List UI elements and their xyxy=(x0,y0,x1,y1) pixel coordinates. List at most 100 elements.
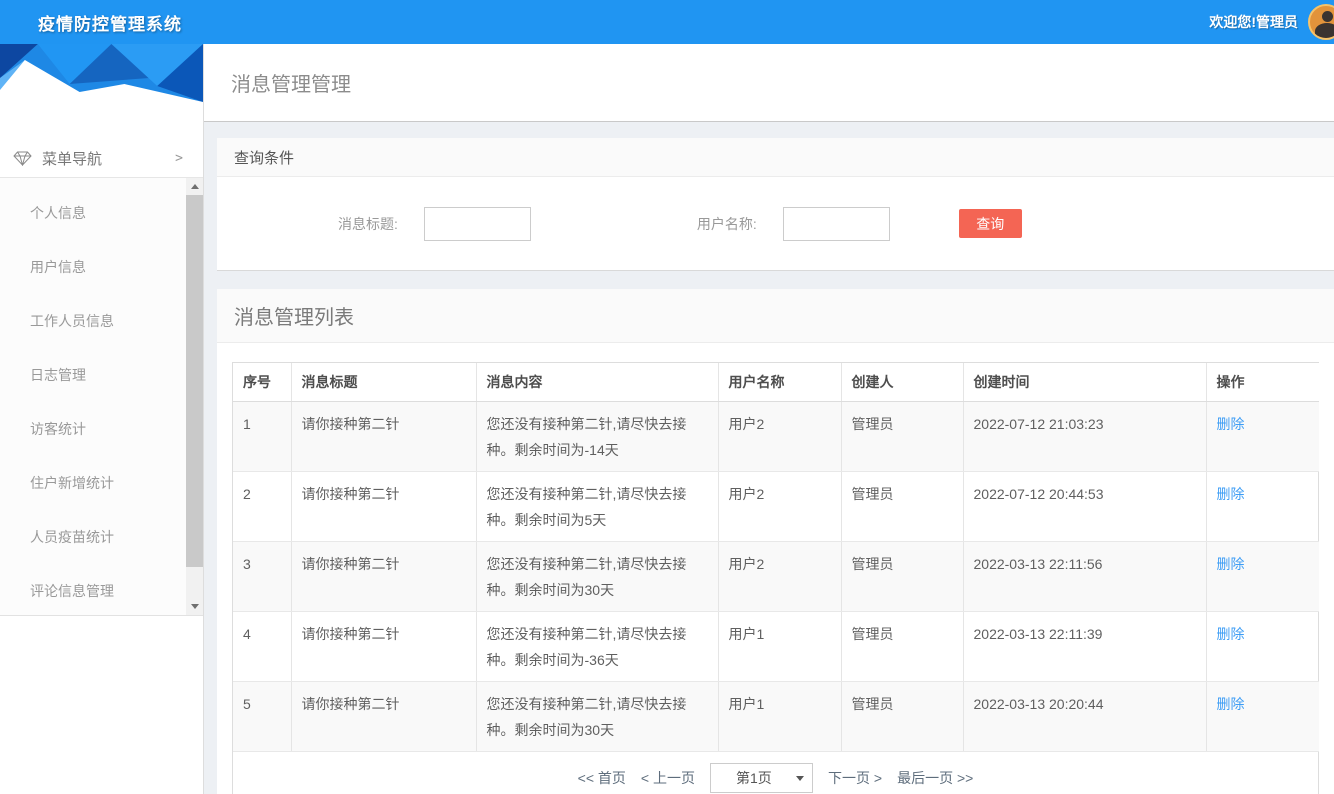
sidebar-item[interactable]: 工作人员信息 xyxy=(0,294,203,348)
cell-creator: 管理员 xyxy=(841,401,963,471)
cell-creator: 管理员 xyxy=(841,611,963,681)
sidebar-item[interactable]: 用户信息 xyxy=(0,240,203,294)
scroll-up-arrow-icon[interactable] xyxy=(186,178,203,195)
user-avatar xyxy=(1308,4,1334,40)
query-panel: 查询条件 消息标题: 用户名称: 查询 xyxy=(217,138,1334,271)
message-title-input[interactable] xyxy=(424,207,531,241)
cell-content: 您还没有接种第二针,请尽快去接种。剩余时间为5天 xyxy=(476,471,718,541)
sidebar-menu-container: 个人信息用户信息工作人员信息日志管理访客统计住户新增统计人员疫苗统计评论信息管理 xyxy=(0,178,203,616)
cell-user: 用户2 xyxy=(718,401,841,471)
cell-title: 请你接种第二针 xyxy=(291,541,476,611)
first-page-link[interactable]: << 首页 xyxy=(578,768,626,788)
cell-title: 请你接种第二针 xyxy=(291,681,476,751)
delete-link[interactable]: 删除 xyxy=(1217,626,1245,642)
page-title: 消息管理管理 xyxy=(231,68,351,97)
cell-content: 您还没有接种第二针,请尽快去接种。剩余时间为30天 xyxy=(476,681,718,751)
cell-created: 2022-03-13 22:11:56 xyxy=(963,541,1206,611)
query-section-header: 查询条件 xyxy=(217,138,1334,177)
cell-index: 2 xyxy=(233,471,291,541)
cell-content: 您还没有接种第二针,请尽快去接种。剩余时间为30天 xyxy=(476,541,718,611)
avatar-torso-shape xyxy=(1315,23,1334,39)
table-row: 5请你接种第二针您还没有接种第二针,请尽快去接种。剩余时间为30天用户1管理员2… xyxy=(233,681,1319,751)
message-table-body: 1请你接种第二针您还没有接种第二针,请尽快去接种。剩余时间为-14天用户2管理员… xyxy=(233,401,1319,751)
sidebar-item[interactable]: 评论信息管理 xyxy=(0,564,203,616)
list-panel: 消息管理列表 序号消息标题消息内容用户名称创建人创建时间操作 xyxy=(217,289,1334,794)
query-form: 消息标题: 用户名称: 查询 xyxy=(217,177,1334,271)
table-row: 1请你接种第二针您还没有接种第二针,请尽快去接种。剩余时间为-14天用户2管理员… xyxy=(233,401,1319,471)
page-select[interactable]: 第1页 xyxy=(710,763,813,793)
prev-page-link[interactable]: < 上一页 xyxy=(641,768,695,788)
cell-title: 请你接种第二针 xyxy=(291,611,476,681)
cell-creator: 管理员 xyxy=(841,681,963,751)
chevron-right-icon: > xyxy=(175,151,183,166)
cell-user: 用户1 xyxy=(718,611,841,681)
sidebar-scrollbar[interactable] xyxy=(186,178,203,615)
column-header: 序号 xyxy=(233,363,291,401)
menu-nav-label: 菜单导航 xyxy=(42,148,175,169)
message-table-wrap: 序号消息标题消息内容用户名称创建人创建时间操作 1请你接种第二针您还没有接种第二… xyxy=(232,362,1319,794)
table-header-row: 序号消息标题消息内容用户名称创建人创建时间操作 xyxy=(233,363,1319,401)
sidebar-item[interactable]: 住户新增统计 xyxy=(0,456,203,510)
diamond-icon xyxy=(13,151,32,166)
cell-creator: 管理员 xyxy=(841,471,963,541)
delete-link[interactable]: 删除 xyxy=(1217,556,1245,572)
delete-link[interactable]: 删除 xyxy=(1217,416,1245,432)
cell-title: 请你接种第二针 xyxy=(291,401,476,471)
cell-content: 您还没有接种第二针,请尽快去接种。剩余时间为-36天 xyxy=(476,611,718,681)
list-section-header: 消息管理列表 xyxy=(217,289,1334,343)
cell-content: 您还没有接种第二针,请尽快去接种。剩余时间为-14天 xyxy=(476,401,718,471)
sidebar-banner-image xyxy=(0,44,203,110)
last-page-link[interactable]: 最后一页 >> xyxy=(897,768,973,788)
table-row: 3请你接种第二针您还没有接种第二针,请尽快去接种。剩余时间为30天用户2管理员2… xyxy=(233,541,1319,611)
query-button[interactable]: 查询 xyxy=(959,209,1022,238)
page-title-bar: 消息管理管理 xyxy=(204,44,1334,122)
delete-link[interactable]: 删除 xyxy=(1217,486,1245,502)
cell-created: 2022-03-13 22:11:39 xyxy=(963,611,1206,681)
cell-index: 3 xyxy=(233,541,291,611)
message-table: 序号消息标题消息内容用户名称创建人创建时间操作 1请你接种第二针您还没有接种第二… xyxy=(233,363,1319,752)
cell-created: 2022-07-12 20:44:53 xyxy=(963,471,1206,541)
sidebar-item[interactable]: 访客统计 xyxy=(0,402,203,456)
welcome-text: 欢迎您!管理员 xyxy=(1209,12,1298,32)
column-header: 消息标题 xyxy=(291,363,476,401)
query-section-title: 查询条件 xyxy=(234,147,294,168)
cell-index: 1 xyxy=(233,401,291,471)
sidebar-item[interactable]: 日志管理 xyxy=(0,348,203,402)
page-select-wrap: 第1页 xyxy=(710,763,813,793)
pagination: << 首页 < 上一页 第1页 下一页 > 最后一页 >> xyxy=(233,752,1318,794)
sidebar-item[interactable]: 人员疫苗统计 xyxy=(0,510,203,564)
cell-action: 删除 xyxy=(1206,611,1319,681)
delete-link[interactable]: 删除 xyxy=(1217,696,1245,712)
cell-index: 4 xyxy=(233,611,291,681)
avatar-head-shape xyxy=(1322,11,1333,22)
top-bar: 疫情防控管理系统 欢迎您!管理员 xyxy=(0,0,1334,44)
list-section-title: 消息管理列表 xyxy=(234,301,354,330)
table-row: 2请你接种第二针您还没有接种第二针,请尽快去接种。剩余时间为5天用户2管理员20… xyxy=(233,471,1319,541)
cell-created: 2022-03-13 20:20:44 xyxy=(963,681,1206,751)
cell-user: 用户2 xyxy=(718,471,841,541)
message-title-label: 消息标题: xyxy=(338,214,398,234)
scroll-down-arrow-icon[interactable] xyxy=(186,598,203,615)
scrollbar-thumb[interactable] xyxy=(186,195,203,567)
cell-title: 请你接种第二针 xyxy=(291,471,476,541)
cell-action: 删除 xyxy=(1206,471,1319,541)
cell-creator: 管理员 xyxy=(841,541,963,611)
cell-user: 用户2 xyxy=(718,541,841,611)
cell-user: 用户1 xyxy=(718,681,841,751)
column-header: 创建人 xyxy=(841,363,963,401)
column-header: 消息内容 xyxy=(476,363,718,401)
cell-action: 删除 xyxy=(1206,401,1319,471)
sidebar-item[interactable]: 个人信息 xyxy=(0,186,203,240)
user-name-input[interactable] xyxy=(783,207,890,241)
sidebar: 菜单导航 > 个人信息用户信息工作人员信息日志管理访客统计住户新增统计人员疫苗统… xyxy=(0,44,204,794)
cell-created: 2022-07-12 21:03:23 xyxy=(963,401,1206,471)
menu-nav-header[interactable]: 菜单导航 > xyxy=(0,140,203,178)
next-page-link[interactable]: 下一页 > xyxy=(828,768,882,788)
sidebar-menu: 个人信息用户信息工作人员信息日志管理访客统计住户新增统计人员疫苗统计评论信息管理 xyxy=(0,178,203,616)
column-header: 操作 xyxy=(1206,363,1319,401)
cell-index: 5 xyxy=(233,681,291,751)
main-content: 消息管理管理 查询条件 消息标题: 用户名称: 查询 消息管理列表 xyxy=(204,44,1334,794)
column-header: 用户名称 xyxy=(718,363,841,401)
cell-action: 删除 xyxy=(1206,681,1319,751)
app-title: 疫情防控管理系统 xyxy=(38,10,182,35)
